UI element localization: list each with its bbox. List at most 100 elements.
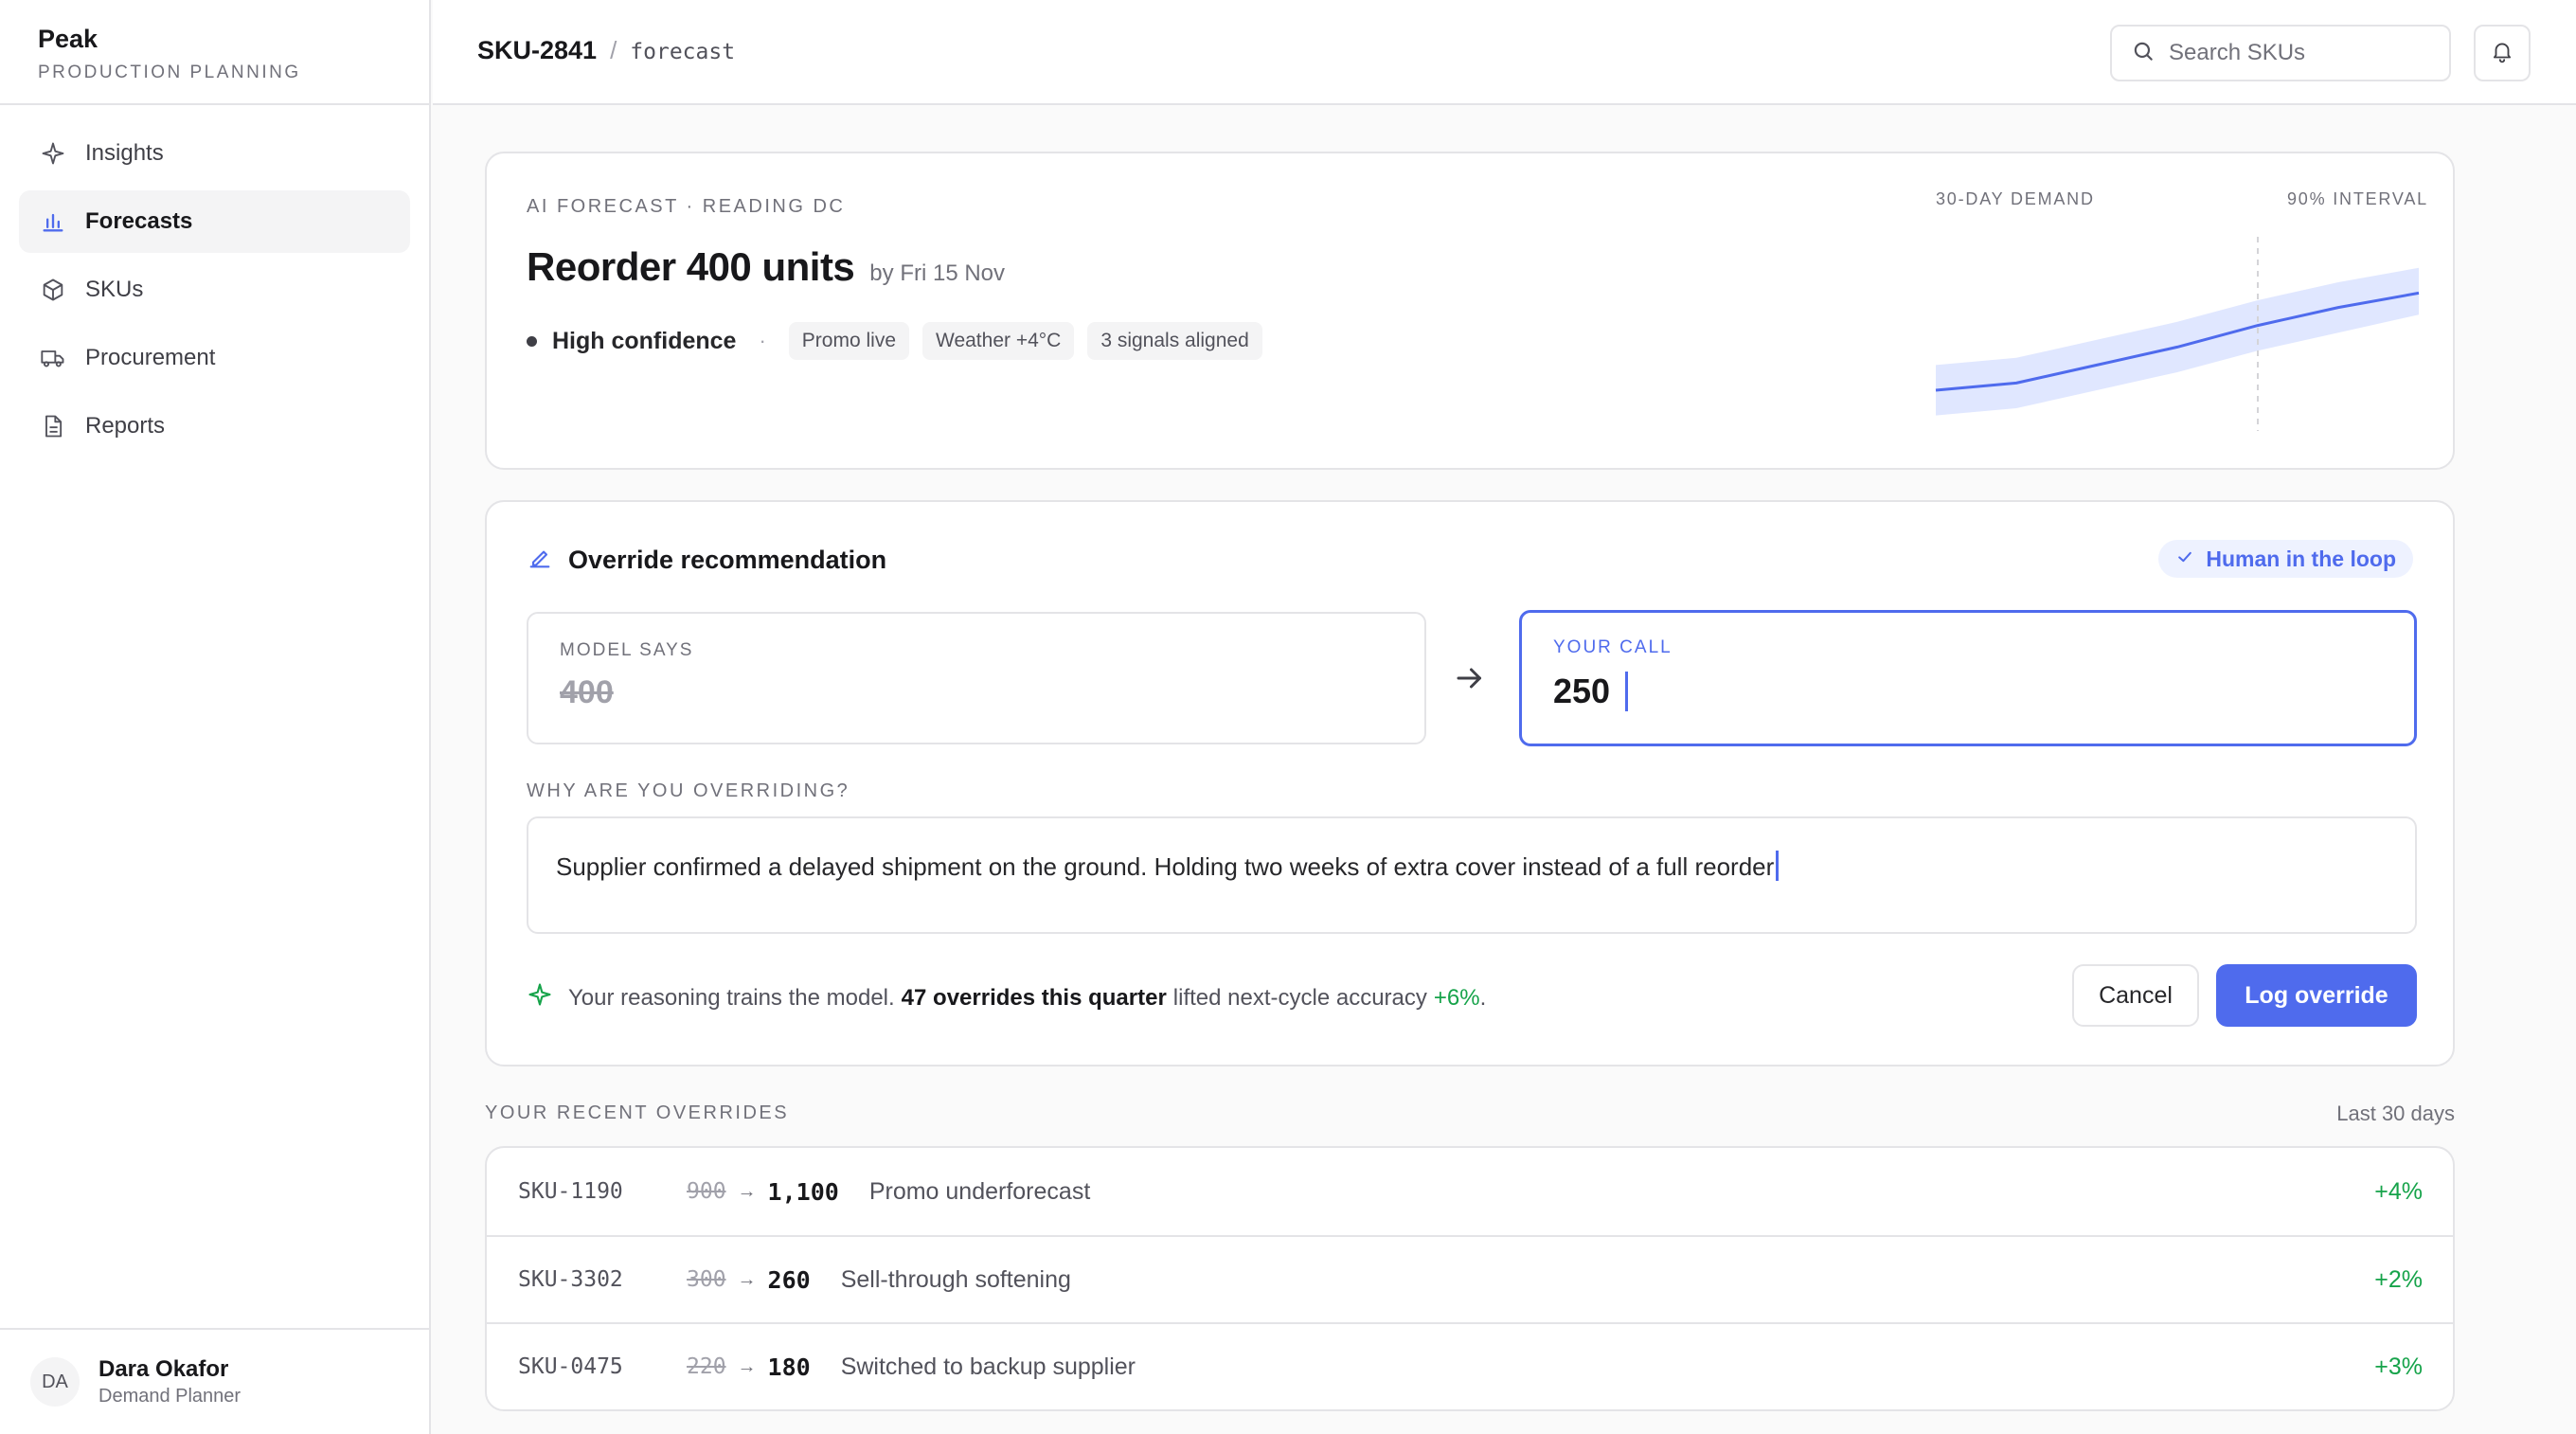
row-new-value: 1,100 (767, 1177, 839, 1206)
document-icon (38, 411, 68, 441)
sidebar-item-label: Forecasts (85, 208, 193, 234)
row-reason: Switched to backup supplier (840, 1353, 1136, 1380)
training-note-mid: lifted next-cycle accuracy (1172, 984, 1427, 1011)
edit-icon (527, 545, 568, 576)
sidebar-item-label: Insights (85, 140, 164, 166)
sidebar-nav: Insights Forecasts SKUs Procurement Repo… (0, 105, 429, 457)
chart-band-label: 90% INTERVAL (2287, 189, 2428, 208)
arrow-right-icon: → (737, 1268, 757, 1290)
badge-label: Human in the loop (2206, 546, 2396, 571)
user-role: Demand Planner (98, 1386, 242, 1407)
your-call-value[interactable]: 250 (1553, 672, 1610, 711)
notifications-button[interactable] (2474, 25, 2531, 81)
training-note-end: . (1479, 984, 1487, 1011)
brand-name: Peak (38, 25, 98, 53)
forecast-headline: Reorder 400 units by Fri 15 Nov (527, 244, 1005, 290)
row-old-value: 300 (687, 1267, 726, 1292)
user-info: Dara Okafor Demand Planner (98, 1356, 241, 1407)
row-delta: +3% (2374, 1353, 2423, 1380)
row-delta: +4% (2374, 1177, 2423, 1205)
cancel-button[interactable]: Cancel (2072, 964, 2199, 1027)
table-row[interactable]: SKU-3302 300 → 260 Sell-through softenin… (487, 1235, 2453, 1322)
override-title: Override recommendation (568, 546, 887, 574)
arrow-right-icon: → (737, 1180, 757, 1202)
bell-icon (2490, 39, 2514, 68)
row-reason: Promo underforecast (868, 1177, 1091, 1205)
breadcrumb: SKU-2841 / forecast (477, 36, 735, 65)
forecast-deadline: by Fri 15 Nov (869, 260, 1006, 286)
log-override-button[interactable]: Log override (2216, 964, 2417, 1027)
forecast-eyebrow: AI FORECAST · READING DC (527, 196, 846, 217)
text-caret (1776, 851, 1780, 881)
override-count: 47 overrides this quarter (901, 984, 1167, 1011)
row-sku: SKU-3302 (518, 1267, 623, 1292)
sidebar-item-insights[interactable]: Insights (19, 122, 410, 185)
row-new-value: 180 (767, 1353, 811, 1381)
your-call-input[interactable]: YOUR CALL 250 (1519, 610, 2417, 746)
reason-textarea[interactable]: Supplier confirmed a delayed shipment on… (527, 816, 2417, 934)
text-caret (1625, 672, 1629, 711)
sidebar-item-label: SKUs (85, 277, 144, 302)
reason-label: WHY ARE YOU OVERRIDING? (527, 780, 850, 801)
arrow-right-icon (1453, 661, 1487, 695)
chart-title: 30-DAY DEMAND (1936, 189, 2095, 208)
model-label: MODEL SAYS (560, 640, 694, 660)
model-value-box: MODEL SAYS 400 (527, 612, 1426, 744)
your-call-field[interactable]: 250 (1553, 672, 1629, 711)
row-new-value: 260 (767, 1265, 811, 1294)
sidebar-item-label: Procurement (85, 345, 216, 370)
forecast-card: AI FORECAST · READING DC Reorder 400 uni… (485, 152, 2455, 470)
override-header: Override recommendation (527, 545, 886, 576)
brand[interactable]: Peak PRODUCTION PLANNING (0, 0, 429, 105)
box-icon (38, 275, 68, 305)
row-sku: SKU-1190 (518, 1179, 623, 1204)
reason-text[interactable]: Supplier confirmed a delayed shipment on… (556, 852, 1774, 881)
check-icon (2175, 547, 2206, 572)
avatar: DA (30, 1357, 80, 1407)
truck-icon (38, 343, 68, 373)
signal-tag: 3 signals aligned (1087, 322, 1262, 360)
user-name: Dara Okafor (98, 1356, 229, 1382)
confidence-dot-icon (527, 335, 537, 347)
row-old-value: 220 (687, 1354, 726, 1379)
recent-overrides-range[interactable]: Last 30 days (2336, 1102, 2455, 1126)
human-in-loop-badge: Human in the loop (2158, 540, 2413, 578)
sparkle-icon (527, 981, 568, 1014)
search-icon (2131, 39, 2169, 68)
sidebar: Peak PRODUCTION PLANNING Insights Foreca… (0, 0, 431, 1434)
row-old-value: 900 (687, 1179, 726, 1204)
interval-band (1936, 267, 2419, 416)
breadcrumb-separator: / (610, 36, 617, 64)
separator: · (759, 329, 766, 352)
sidebar-item-skus[interactable]: SKUs (19, 259, 410, 321)
signal-tag: Promo live (788, 322, 909, 360)
sidebar-item-reports[interactable]: Reports (19, 395, 410, 457)
brand-subtitle: PRODUCTION PLANNING (38, 63, 301, 82)
bar-chart-icon (38, 206, 68, 237)
demand-chart: 30-DAY DEMAND 90% INTERVAL (1922, 189, 2428, 436)
training-note: Your reasoning trains the model. 47 over… (527, 981, 1486, 1014)
model-value: 400 (560, 674, 614, 710)
forecast-title: Reorder 400 units (527, 244, 855, 289)
signal-tag: Weather +4°C (922, 322, 1075, 360)
sidebar-item-forecasts[interactable]: Forecasts (19, 190, 410, 253)
sparkle-icon (38, 138, 68, 169)
your-call-label: YOUR CALL (1553, 637, 1673, 657)
search-box[interactable] (2110, 25, 2451, 81)
accuracy-delta: +6% (1433, 984, 1480, 1011)
sidebar-item-label: Reports (85, 413, 166, 439)
forecast-signals: High confidence · Promo live Weather +4°… (527, 322, 1276, 360)
table-row[interactable]: SKU-0475 220 → 180 Switched to backup su… (487, 1322, 2453, 1409)
arrow-right-icon: → (737, 1355, 757, 1377)
breadcrumb-page: forecast (630, 40, 736, 64)
breadcrumb-sku[interactable]: SKU-2841 (477, 36, 597, 65)
sidebar-item-procurement[interactable]: Procurement (19, 327, 410, 389)
search-input[interactable] (2169, 40, 2434, 66)
demand-chart-svg (1935, 237, 2420, 431)
user-profile[interactable]: DA Dara Okafor Demand Planner (0, 1328, 429, 1434)
override-card: Override recommendation Human in the loo… (485, 500, 2455, 1067)
table-row[interactable]: SKU-1190 900 → 1,100 Promo underforecast… (487, 1148, 2453, 1235)
confidence-label: High confidence (552, 327, 737, 354)
topbar: SKU-2841 / forecast (433, 0, 2576, 105)
row-reason: Sell-through softening (840, 1265, 1071, 1293)
